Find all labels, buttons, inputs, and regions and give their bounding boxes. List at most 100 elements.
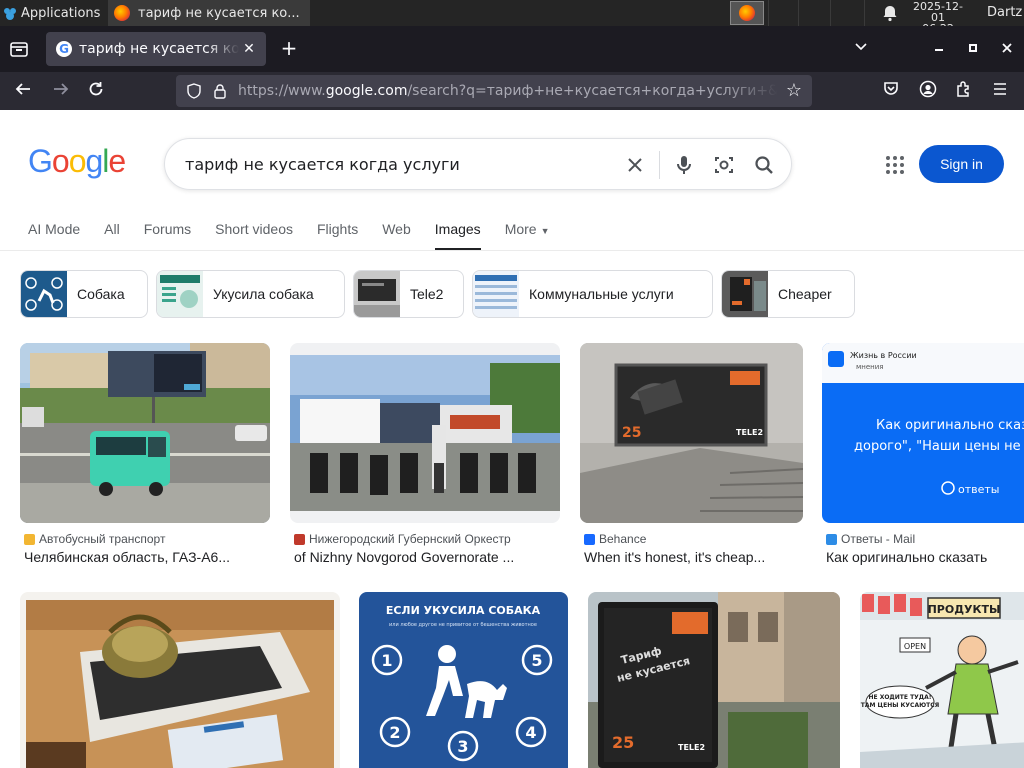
result-image-billboard: 25 TELE2	[580, 343, 803, 523]
sign-in-button[interactable]: Sign in	[919, 145, 1004, 183]
google-logo[interactable]: Google	[28, 143, 126, 180]
tab-web[interactable]: Web	[382, 220, 411, 250]
chip-label: Собака	[77, 286, 125, 302]
tab-forums[interactable]: Forums	[144, 220, 191, 250]
workspace-divider	[864, 0, 865, 26]
image-result-1[interactable]: Автобусный транспорт Челябинская область…	[20, 343, 270, 573]
window-close-icon[interactable]	[996, 38, 1018, 60]
search-divider	[659, 151, 660, 179]
result-title[interactable]: of Nizhny Novgorod Governorate ...	[294, 549, 559, 565]
tab-more[interactable]: More ▼	[505, 220, 550, 250]
dog-step-3: 3	[457, 737, 468, 756]
reload-icon[interactable]	[85, 80, 107, 102]
taskbar-window-button[interactable]: тариф не кусается ко...	[108, 0, 310, 26]
url-bar[interactable]: https://www.google.com/search?q=тариф+не…	[176, 75, 812, 107]
workspace-divider	[798, 0, 799, 26]
extensions-puzzle-icon[interactable]	[953, 80, 975, 102]
chip-sobaka[interactable]: Собака	[20, 270, 148, 318]
hamburger-menu-icon[interactable]	[989, 80, 1011, 102]
otvety-header: Жизнь в России	[850, 351, 917, 360]
image-result-6[interactable]: ЕСЛИ УКУСИЛА СОБАКА или любое другое не …	[359, 592, 568, 768]
tab-short-videos[interactable]: Short videos	[215, 220, 293, 250]
chip-label: Tele2	[410, 286, 444, 302]
logo-letter: o	[68, 143, 87, 179]
chip-thumbnail	[354, 271, 400, 317]
chip-label: Cheaper	[778, 286, 832, 302]
chip-label: Коммунальные услуги	[529, 286, 674, 302]
workspace-switcher[interactable]	[730, 1, 764, 25]
source-favicon-icon	[294, 533, 305, 545]
result-image-orchestra	[290, 343, 560, 523]
back-arrow-icon[interactable]	[12, 80, 34, 102]
result-title[interactable]: Как оригинально сказать	[826, 549, 1024, 565]
dog-poster-sub: или любое другое не привитое от бешенств…	[389, 622, 537, 628]
source-name: Behance	[599, 532, 647, 546]
chip-thumbnail	[722, 271, 768, 317]
pocket-icon[interactable]	[880, 80, 902, 102]
image-result-7[interactable]: Тариф не кусается 25 TELE2	[588, 592, 840, 768]
bookmark-star-icon[interactable]: ☆	[784, 81, 804, 101]
tab-images[interactable]: Images	[434, 220, 481, 251]
lock-icon[interactable]	[212, 83, 228, 99]
result-source[interactable]: Автобусный транспорт	[24, 532, 165, 546]
image-result-2[interactable]: Нижегородский Губернский Оркестр of Nizh…	[290, 343, 560, 573]
cartoon-bubble: НЕ ХОДИТЕ ТУДА! ТАМ ЦЕНЫ КУСАЮТСЯ	[861, 694, 940, 709]
search-icon[interactable]	[752, 153, 776, 177]
chip-cheaper[interactable]: Cheaper	[721, 270, 855, 318]
minimize-icon[interactable]	[928, 38, 950, 60]
notification-bell-icon[interactable]	[881, 4, 899, 22]
tab-flights[interactable]: Flights	[317, 220, 358, 250]
tab-google-search[interactable]: G тариф не кусается когда ✕	[46, 32, 266, 66]
cartoon-open: OPEN	[904, 642, 926, 651]
result-source[interactable]: Ответы - Mail	[826, 532, 915, 546]
result-title[interactable]: Челябинская область, ГАЗ-А6...	[24, 549, 269, 565]
account-icon[interactable]	[917, 80, 939, 102]
google-apps-grid-icon[interactable]	[884, 154, 906, 176]
tab-all[interactable]: All	[104, 220, 120, 250]
poster-brand: TELE2	[678, 743, 705, 752]
tab-ai-mode[interactable]: AI Mode	[28, 220, 80, 250]
search-input[interactable]: тариф не кусается когда услуги	[185, 139, 460, 191]
google-favicon-icon: G	[56, 41, 72, 57]
result-title[interactable]: When it's honest, it's cheap...	[584, 549, 802, 565]
url-host: google.com	[325, 83, 408, 99]
tab-title: тариф не кусается когда	[79, 41, 239, 57]
taskbar-window-title: тариф не кусается ко...	[138, 5, 300, 21]
source-name: Ответы - Mail	[841, 532, 916, 546]
applications-menu[interactable]: Applications	[2, 0, 100, 26]
maximize-icon[interactable]	[962, 38, 984, 60]
image-result-5[interactable]	[20, 592, 340, 768]
dog-step-2: 2	[389, 723, 400, 742]
clock-date: 2025-12-01	[913, 0, 963, 24]
chip-ukusila-sobaka[interactable]: Укусила собака	[156, 270, 345, 318]
search-box[interactable]: тариф не кусается когда услуги	[164, 138, 792, 190]
firefox-icon	[739, 5, 755, 21]
chip-tele2[interactable]: Tele2	[353, 270, 464, 318]
new-tab-button[interactable]: +	[278, 38, 300, 60]
logo-letter: e	[108, 143, 126, 179]
firefox-view-icon[interactable]	[8, 38, 30, 60]
tracking-shield-icon[interactable]	[186, 83, 202, 99]
chip-kommunalnye-uslugi[interactable]: Коммунальные услуги	[472, 270, 713, 318]
image-result-4[interactable]: Жизнь в России мнения Как оригинально ск…	[822, 343, 1024, 573]
list-all-tabs-chevron-icon[interactable]	[850, 38, 872, 60]
caret-down-icon: ▼	[540, 226, 550, 236]
browser-nav-bar: https://www.google.com/search?q=тариф+не…	[0, 72, 1024, 110]
image-result-3[interactable]: 25 TELE2 Behance When it's honest, it's …	[580, 343, 803, 573]
close-tab-icon[interactable]: ✕	[240, 40, 258, 58]
image-result-8[interactable]: ПРОДУКТЫ OPEN НЕ ХОДИТЕ ТУДА! ТАМ ЦЕНЫ КУ…	[860, 592, 1024, 768]
lens-camera-icon[interactable]	[712, 153, 736, 177]
result-source[interactable]: Нижегородский Губернский Оркестр	[294, 532, 511, 546]
user-menu[interactable]: Dartz	[987, 0, 1022, 26]
result-image-tele2-poster: Тариф не кусается 25 TELE2	[588, 592, 840, 768]
dog-step-1: 1	[381, 651, 392, 670]
logo-letter: G	[28, 143, 53, 179]
workspace-divider	[768, 0, 769, 26]
forward-arrow-icon[interactable]	[50, 80, 72, 102]
url-text[interactable]: https://www.google.com/search?q=тариф+не…	[238, 75, 778, 107]
clear-search-icon[interactable]	[623, 153, 647, 177]
result-source[interactable]: Behance	[584, 532, 646, 546]
result-image-kettle	[20, 592, 340, 768]
voice-search-mic-icon[interactable]	[672, 153, 696, 177]
dog-poster-title: ЕСЛИ УКУСИЛА СОБАКА	[386, 604, 541, 617]
